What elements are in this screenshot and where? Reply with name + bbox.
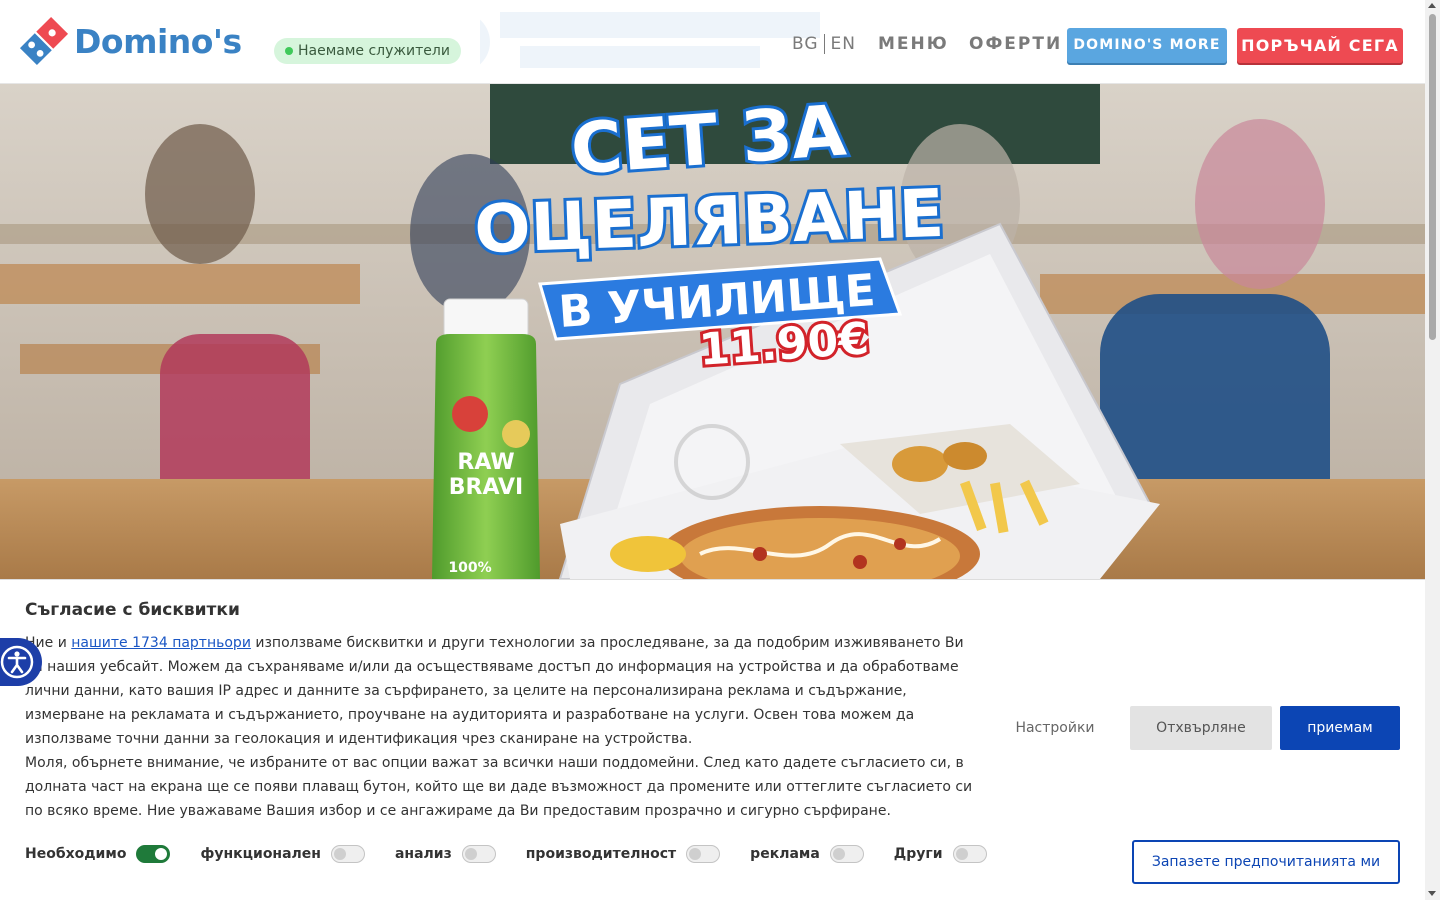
toggle-functional[interactable]: функционален — [200, 845, 365, 863]
toggle-performance[interactable]: производителност — [525, 845, 721, 863]
toggle-label: производителност — [525, 846, 677, 862]
order-now-button[interactable]: ПОРЪЧАЙ СЕГА — [1237, 28, 1403, 63]
save-preferences-button[interactable]: Запазете предпочитанията ми — [1132, 840, 1400, 884]
bottle-label-1: RAW — [457, 450, 514, 475]
hero-headline-line2: ОЦЕЛЯВАНЕ — [473, 175, 945, 268]
toggle-switch[interactable] — [330, 845, 365, 863]
nav-offers-link[interactable]: ОФЕРТИ — [969, 34, 1062, 54]
lang-divider — [823, 34, 825, 54]
hiring-badge[interactable]: Наемаме служители — [274, 38, 461, 64]
scroll-down-arrow-icon[interactable] — [1428, 891, 1436, 896]
toggle-label: анализ — [394, 846, 452, 862]
toggle-analytics[interactable]: анализ — [395, 845, 496, 863]
cookie-accept-button[interactable]: приемам — [1280, 706, 1400, 750]
dominos-more-button[interactable]: DOMINO'S MORE — [1067, 28, 1227, 63]
cookie-reject-button[interactable]: Отхвърляне — [1130, 706, 1272, 750]
page: Domino's Наемаме служители BG EN МЕНЮ ОФ… — [0, 0, 1440, 900]
consent-toggles: Необходимо функционален анализ производи… — [25, 843, 1017, 865]
cookie-text-rest: използваме бисквитки и други технологии … — [25, 635, 964, 747]
dominos-logo[interactable]: Domino's — [18, 14, 242, 68]
partners-link[interactable]: нашите 1734 партньори — [71, 635, 251, 651]
toggle-switch[interactable] — [136, 845, 171, 863]
hiring-badge-label: Наемаме служители — [298, 43, 450, 59]
cookie-consent-panel: Съгласие с бисквитки Ние и нашите 1734 п… — [0, 579, 1425, 900]
bottle-label-2: BRAVI — [449, 475, 523, 500]
hero-image: RAW BRAVI 100% СЕТ ЗА ОЦЕЛЯВАНЕ В УЧИЛИЩ… — [0, 84, 1425, 579]
lang-bg-link[interactable]: BG — [792, 34, 819, 54]
lang-en-link[interactable]: EN — [831, 34, 856, 54]
site-header: Domino's Наемаме служители BG EN МЕНЮ ОФ… — [0, 0, 1425, 84]
toggle-label: Необходимо — [25, 846, 127, 862]
scroll-thumb[interactable] — [1429, 14, 1436, 340]
accessibility-icon — [0, 645, 34, 679]
logo-text: Domino's — [74, 21, 242, 61]
toggle-switch[interactable] — [829, 845, 864, 863]
toggle-other[interactable]: Други — [894, 845, 987, 863]
cookie-paragraph-2: Моля, обърнете внимание, че избраните от… — [25, 755, 973, 819]
scroll-up-arrow-icon[interactable] — [1428, 3, 1436, 8]
status-dot-icon — [285, 47, 293, 55]
language-switcher: BG EN — [792, 34, 856, 54]
toggle-switch[interactable] — [461, 845, 496, 863]
domino-tile-icon — [18, 15, 70, 67]
cookie-text: Ние и нашите 1734 партньори използваме б… — [25, 631, 985, 823]
bottle-percent: 100% — [448, 560, 491, 576]
toggle-label: Други — [893, 846, 943, 862]
page-scrollbar[interactable] — [1425, 0, 1440, 900]
toggle-necessary[interactable]: Необходимо — [25, 845, 171, 863]
toggle-label: реклама — [750, 846, 820, 862]
hero-banner[interactable]: RAW BRAVI 100% СЕТ ЗА ОЦЕЛЯВАНЕ В УЧИЛИЩ… — [0, 84, 1425, 579]
cookie-title: Съгласие с бисквитки — [25, 600, 240, 620]
toggle-label: функционален — [200, 846, 321, 862]
toggle-advertising[interactable]: реклама — [750, 845, 864, 863]
cookie-paragraph-1: Ние и нашите 1734 партньори използваме б… — [25, 631, 985, 751]
cookie-settings-button[interactable]: Настройки — [1000, 706, 1110, 750]
toggle-switch[interactable] — [952, 845, 987, 863]
toggle-switch[interactable] — [686, 845, 721, 863]
nav-menu-link[interactable]: МЕНЮ — [878, 34, 949, 54]
